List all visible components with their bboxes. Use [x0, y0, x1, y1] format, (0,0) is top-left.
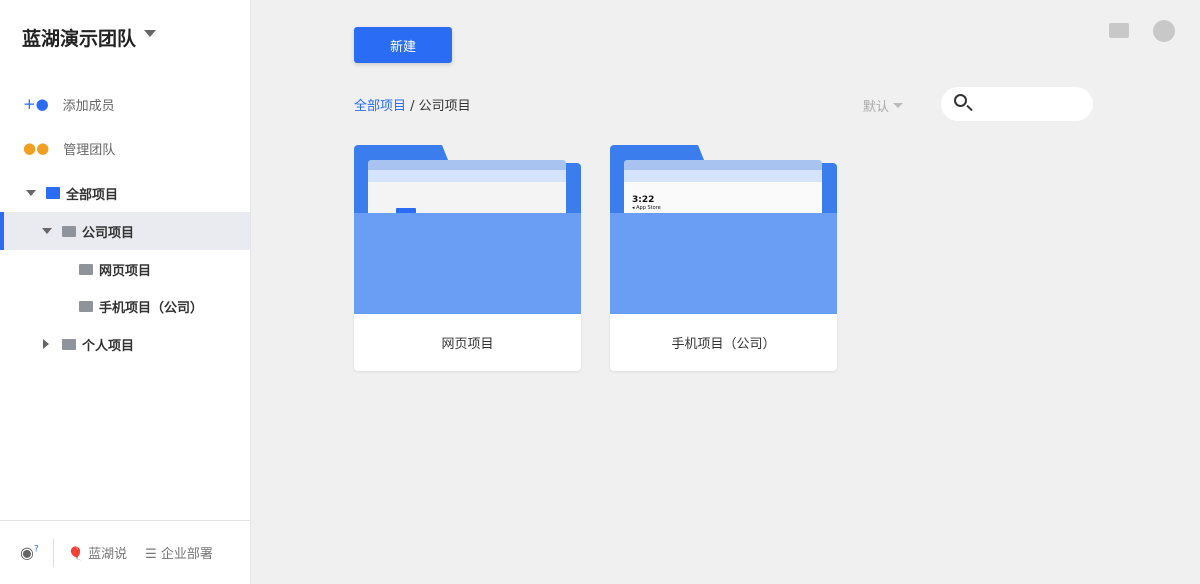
- team-switcher[interactable]: 蓝湖演示团队: [22, 24, 157, 51]
- manage-team[interactable]: ●● 管理团队: [0, 129, 250, 167]
- new-button[interactable]: 新建: [354, 27, 452, 63]
- enterprise-link[interactable]: ☰ 企业部署: [145, 543, 213, 562]
- add-user-icon: +●: [23, 95, 49, 113]
- box-icon: [46, 187, 60, 199]
- folder-icon: [62, 338, 76, 350]
- breadcrumb-current: 公司项目: [418, 99, 471, 114]
- server-icon: ☰: [145, 547, 157, 562]
- caret-right-icon[interactable]: [43, 339, 54, 349]
- divider: [52, 538, 54, 567]
- tree-all-projects[interactable]: 全部项目: [0, 174, 250, 212]
- project-card-web[interactable]: 网页项目: [354, 145, 581, 371]
- team-icon: ●●: [23, 139, 50, 157]
- tree-company-projects[interactable]: 公司项目: [0, 212, 250, 250]
- add-member[interactable]: +● 添加成员: [0, 85, 250, 123]
- help-mascot-icon[interactable]: ◉?: [20, 543, 39, 562]
- folder-open-icon: [62, 225, 76, 237]
- tree-web-project[interactable]: 网页项目: [0, 250, 250, 288]
- search-icon: [954, 94, 967, 107]
- preview-thumbnail: 3:22 ◂ App Store: [624, 160, 822, 220]
- breadcrumb: 全部项目 / 公司项目: [354, 99, 471, 114]
- balloon-icon: 🎈: [67, 547, 84, 562]
- search-input[interactable]: [941, 87, 1093, 121]
- tree-mobile-project[interactable]: 手机项目（公司）: [0, 287, 250, 325]
- avatar[interactable]: [1153, 20, 1175, 42]
- folder-icon: [79, 263, 93, 275]
- folder-icon: [79, 300, 93, 312]
- breadcrumb-root[interactable]: 全部项目: [354, 99, 406, 114]
- tree-personal-projects[interactable]: 个人项目: [0, 325, 250, 363]
- project-card-mobile[interactable]: 3:22 ◂ App Store 手机项目（公司）: [610, 145, 837, 371]
- sort-dropdown[interactable]: 默认: [863, 96, 904, 115]
- chevron-down-icon: [893, 103, 904, 113]
- mail-icon[interactable]: [1109, 23, 1129, 38]
- chevron-down-icon: [144, 30, 157, 43]
- sidebar: 蓝湖演示团队 +● 添加成员 ●● 管理团队 全部项目 公司项目 网页项目 手机项目…: [0, 0, 251, 584]
- caret-down-icon[interactable]: [26, 190, 36, 201]
- sidebar-footer: ◉? 🎈 蓝湖说 ☰ 企业部署: [0, 520, 250, 584]
- preview-thumbnail: [368, 160, 566, 220]
- caret-down-icon[interactable]: [42, 228, 52, 239]
- lanhu-say-link[interactable]: 🎈 蓝湖说: [68, 543, 127, 562]
